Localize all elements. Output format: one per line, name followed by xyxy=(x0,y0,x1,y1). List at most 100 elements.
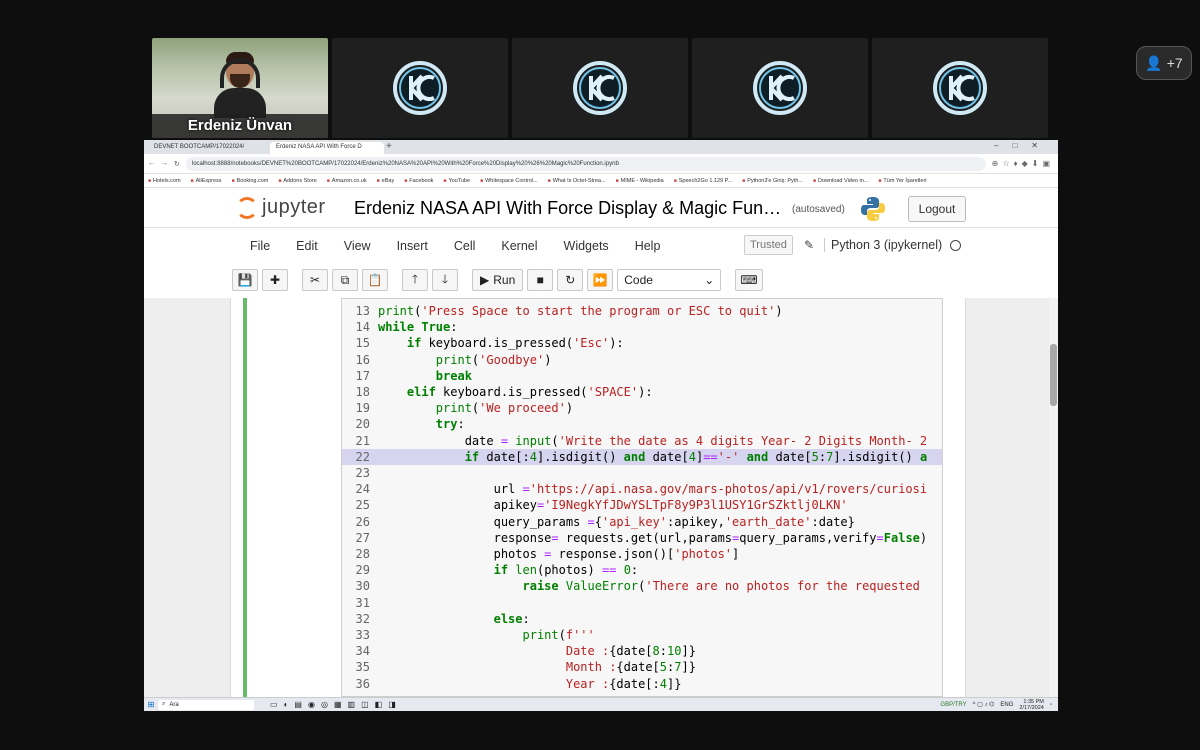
input-language[interactable]: ENG xyxy=(1000,702,1013,708)
zoom-icon[interactable]: ◉ xyxy=(308,700,315,709)
participant-video-tile[interactable]: Erdeniz Ünvan xyxy=(152,38,328,138)
notification-icon[interactable]: ▫ xyxy=(1050,702,1052,708)
bookmark-item[interactable]: Addons Store xyxy=(278,178,316,184)
code-line[interactable]: 22 if date[:4].isdigit() and date[4]=='-… xyxy=(342,448,942,465)
explorer-icon[interactable]: ▤ xyxy=(294,700,302,709)
code-line[interactable]: 32 else: xyxy=(342,611,942,627)
logout-button[interactable]: Logout xyxy=(908,196,966,222)
window-controls[interactable]: –□✕ xyxy=(994,141,1052,150)
url-field[interactable]: localhost:8888/notebooks/DEVNET%20BOOTCA… xyxy=(185,156,986,171)
forward-icon[interactable]: → xyxy=(161,160,168,167)
bookmark-item[interactable]: Python3'e Giriş: Pyth... xyxy=(742,178,803,184)
task-view-icon[interactable]: ▭ xyxy=(270,700,278,709)
page-scrollbar[interactable] xyxy=(1049,298,1058,697)
menu-insert[interactable]: Insert xyxy=(397,239,428,253)
word-icon[interactable]: ▥ xyxy=(348,700,356,709)
code-line[interactable]: 26 query_params ={'api_key':apikey,'eart… xyxy=(342,514,942,530)
code-line[interactable]: 24 url ='https://api.nasa.gov/mars-photo… xyxy=(342,481,942,497)
code-line[interactable]: 35 Month :{date[5:7]} xyxy=(342,659,942,675)
taskbar-clock[interactable]: 1:35 PM 2/17/2024 xyxy=(1019,699,1043,711)
bookmark-item[interactable]: Speech2Go 1.129 P... xyxy=(674,178,732,184)
bookmark-item[interactable]: MIME - Wikipedia xyxy=(616,178,664,184)
code-editor[interactable]: 13 print('Press Space to start the progra… xyxy=(341,298,943,697)
code-line[interactable]: 29 if len(photos) == 0: xyxy=(342,562,942,578)
jupyter-logo[interactable]: jupyter xyxy=(236,196,326,219)
move-up-button[interactable]: 🡑 xyxy=(402,269,428,291)
code-line[interactable]: 18 elif keyboard.is_pressed('SPACE'): xyxy=(342,384,942,400)
code-line[interactable]: 25 apikey='I9NegkYfJDwYSLTpF8y9P3l1USY1G… xyxy=(342,497,942,513)
code-line[interactable]: 31 xyxy=(342,595,942,611)
paste-button[interactable]: 📋 xyxy=(362,269,388,291)
menu-help[interactable]: Help xyxy=(635,239,661,253)
participant-tile[interactable] xyxy=(332,38,508,138)
code-line[interactable]: 34 Date :{date[8:10]} xyxy=(342,643,942,659)
code-line[interactable]: 16 print('Goodbye') xyxy=(342,352,942,368)
code-line[interactable]: 36 Year :{date[:4]} xyxy=(342,676,942,692)
extension-icons[interactable]: ⊕☆♦◆⬇▣ xyxy=(992,159,1054,168)
restart-run-all-button[interactable]: ⏩ xyxy=(587,269,614,291)
outlook-icon[interactable]: ◫ xyxy=(361,700,369,709)
bookmark-item[interactable]: Hotels.com xyxy=(148,178,181,184)
code-line[interactable]: 13 print('Press Space to start the progra… xyxy=(342,303,942,319)
windows-start-icon[interactable]: ⊞ xyxy=(144,700,158,709)
menu-edit[interactable]: Edit xyxy=(296,239,318,253)
interrupt-button[interactable]: ■ xyxy=(527,269,554,291)
command-palette-button[interactable]: ⌨ xyxy=(735,269,763,291)
menu-kernel[interactable]: Kernel xyxy=(501,239,537,253)
bookmark-item[interactable]: Amazon.co.uk xyxy=(327,178,367,184)
participant-tile[interactable] xyxy=(692,38,868,138)
tray-icons[interactable]: ^ ▢ ♪ ⌬ xyxy=(973,701,995,708)
menu-cell[interactable]: Cell xyxy=(454,239,476,253)
code-line[interactable]: 21 date = input('Write the date as 4 dig… xyxy=(342,433,942,449)
code-line[interactable]: 27 response= requests.get(url,params=que… xyxy=(342,530,942,546)
chrome-icon[interactable]: ◎ xyxy=(321,700,328,709)
participant-tile[interactable] xyxy=(512,38,688,138)
bookmark-item[interactable]: Booking.com xyxy=(232,178,269,184)
teams-icon[interactable]: ◧ xyxy=(375,700,383,709)
menu-file[interactable]: File xyxy=(250,239,270,253)
code-line[interactable]: 30 raise ValueError('There are no photos… xyxy=(342,578,942,594)
bookmark-item[interactable]: Tüm Yer İşaretleri xyxy=(878,178,926,184)
copy-button[interactable]: ⧉ xyxy=(332,269,358,291)
insert-cell-button[interactable]: ✚ xyxy=(262,269,288,291)
cut-button[interactable]: ✂ xyxy=(302,269,328,291)
code-line[interactable]: 14 while True: xyxy=(342,319,942,335)
code-line[interactable]: 15 if keyboard.is_pressed('Esc'): xyxy=(342,335,942,351)
scrollbar-thumb[interactable] xyxy=(1050,344,1057,406)
bookmark-item[interactable]: YouTube xyxy=(443,178,470,184)
edge-icon[interactable]: ◐ xyxy=(284,700,289,709)
bookmark-item[interactable]: Facebook xyxy=(404,178,433,184)
bookmark-item[interactable]: AliExpress xyxy=(191,178,222,184)
cell-type-select[interactable]: Code ⌄ xyxy=(617,269,722,291)
restart-button[interactable]: ↻ xyxy=(557,269,584,291)
bookmark-item[interactable]: Whitespace Control... xyxy=(480,178,538,184)
more-participants-button[interactable]: 👤 +7 xyxy=(1136,46,1192,80)
menu-view[interactable]: View xyxy=(344,239,371,253)
excel-icon[interactable]: ▦ xyxy=(334,700,342,709)
move-down-button[interactable]: 🡓 xyxy=(432,269,458,291)
code-line[interactable]: 28 photos = response.json()['photos'] xyxy=(342,546,942,562)
bookmark-item[interactable]: What Is Octet-Strea... xyxy=(548,178,606,184)
code-cell[interactable]: 13 print('Press Space to start the progra… xyxy=(230,298,966,697)
code-line[interactable]: 17 break xyxy=(342,368,942,384)
trusted-badge[interactable]: Trusted xyxy=(744,235,793,255)
browser-tab-active[interactable]: Erdeniz NASA API With Force D xyxy=(270,142,384,154)
save-button[interactable]: 💾 xyxy=(232,269,258,291)
code-line[interactable]: 23 xyxy=(342,465,942,481)
run-button[interactable]: ▶ Run xyxy=(472,269,524,291)
menu-widgets[interactable]: Widgets xyxy=(564,239,609,253)
participant-tile[interactable] xyxy=(872,38,1048,138)
taskbar-search[interactable]: ⌕ Ara xyxy=(158,699,254,710)
bookmark-item[interactable]: eBay xyxy=(377,178,395,184)
code-line[interactable]: 19 print('We proceed') xyxy=(342,400,942,416)
pencil-icon[interactable]: ✎ xyxy=(804,238,814,252)
new-tab-icon[interactable]: + xyxy=(386,141,392,152)
reload-icon[interactable]: ↻ xyxy=(174,160,180,168)
ticker-widget[interactable]: GBP/TRY xyxy=(940,702,966,708)
notebook-title[interactable]: Erdeniz NASA API With Force Display & Ma… xyxy=(354,198,781,219)
kernel-name[interactable]: Python 3 (ipykernel) xyxy=(824,238,942,252)
bookmark-item[interactable]: Download Video in... xyxy=(813,178,868,184)
app-icon[interactable]: ◨ xyxy=(388,700,396,709)
browser-tab[interactable]: DEVNET BOOTCAMP/17022024/ xyxy=(148,142,268,154)
code-line[interactable]: 20 try: xyxy=(342,416,942,432)
